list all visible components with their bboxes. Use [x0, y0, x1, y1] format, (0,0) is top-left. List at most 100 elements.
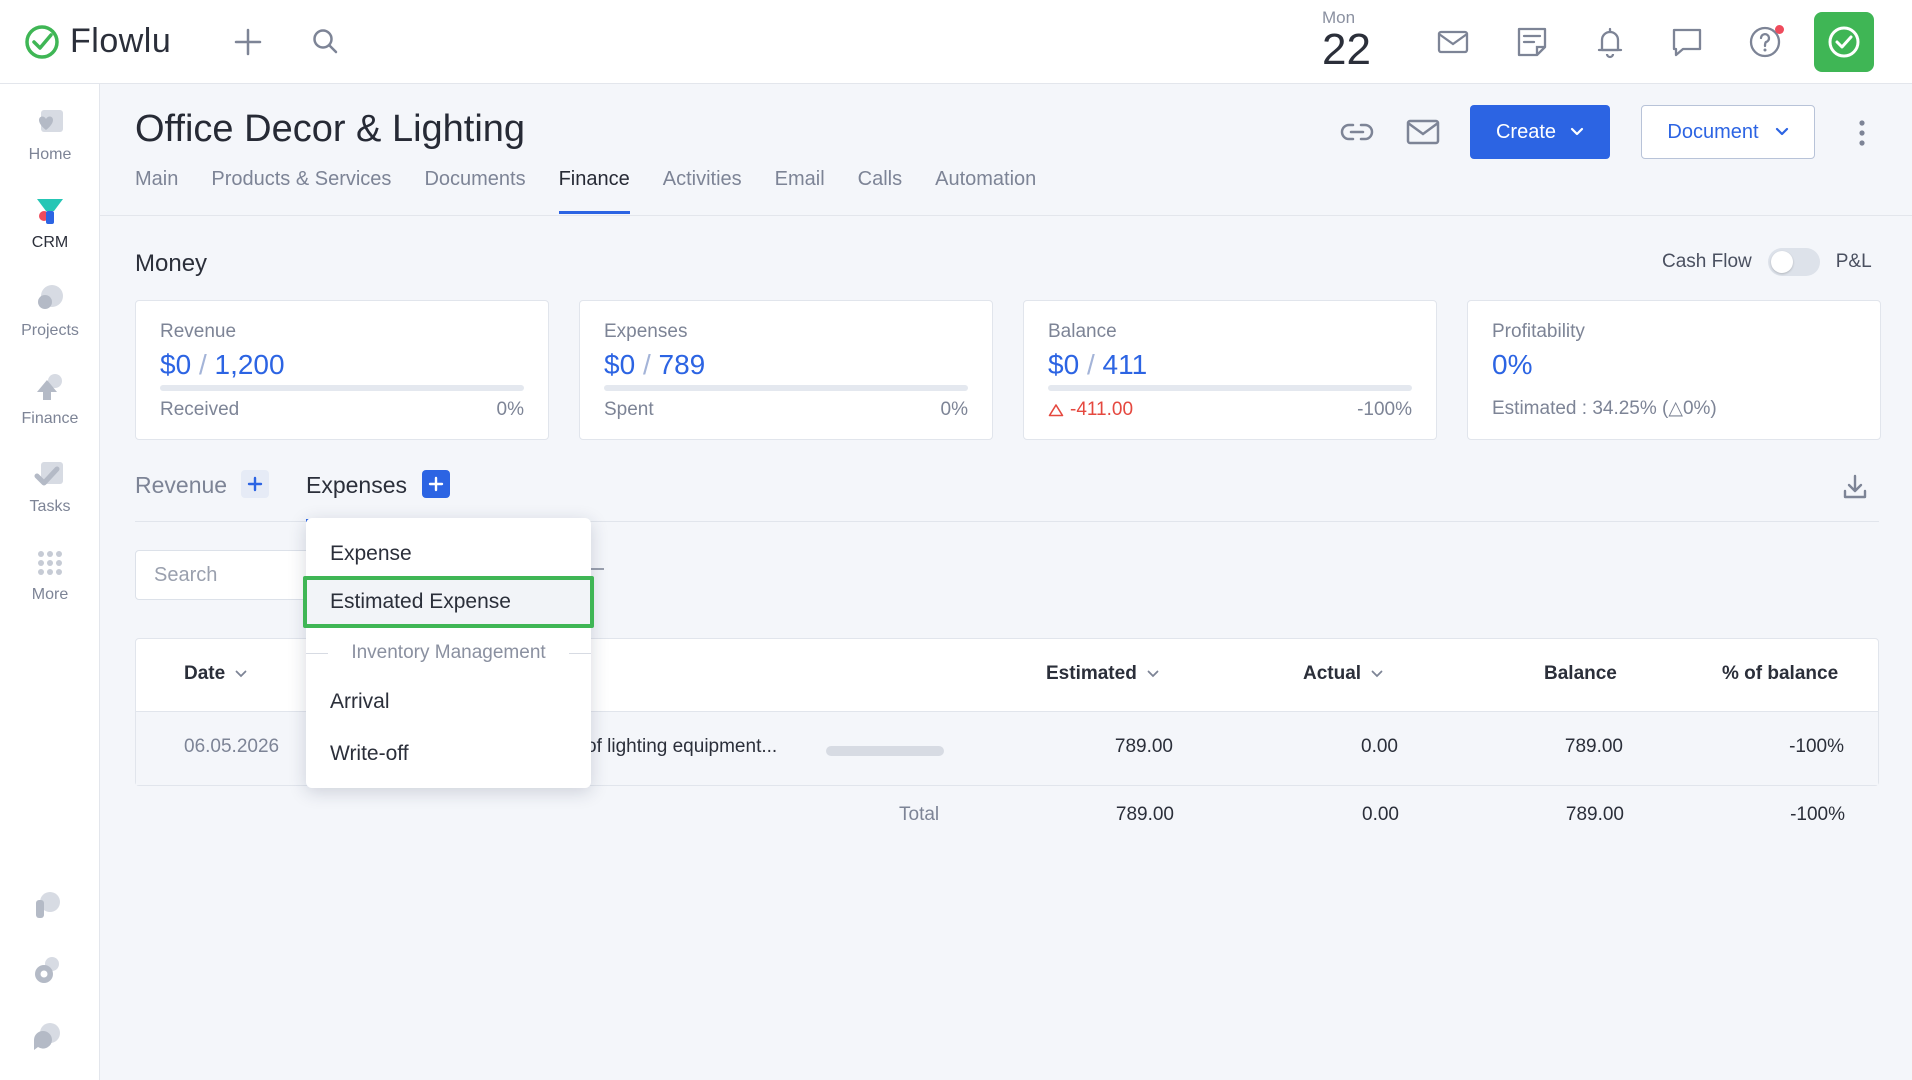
support-chat-icon[interactable] [30, 1020, 64, 1054]
card-label: Profitability [1492, 321, 1585, 342]
card-progress-bar [160, 385, 524, 391]
tab-activities[interactable]: Activities [663, 168, 742, 214]
toggle-left-label: Cash Flow [1662, 251, 1752, 272]
col-estimated-header[interactable]: Estimated [1046, 663, 1159, 685]
subtab-revenue[interactable]: Revenue [135, 472, 227, 499]
sidebar-item-projects[interactable]: Projects [0, 282, 100, 340]
date-widget[interactable]: Mon 22 [1322, 8, 1371, 72]
table-total-row: Total 789.00 0.00 789.00 -100% [135, 804, 1879, 836]
tab-calls[interactable]: Calls [858, 168, 902, 214]
home-icon [39, 110, 63, 132]
flowlu-logo-icon [25, 24, 59, 59]
mail-icon[interactable] [1435, 24, 1471, 60]
row-progress-bar [826, 746, 944, 756]
tasks-icon [34, 462, 63, 486]
card-label: Revenue [160, 321, 237, 342]
user-avatar[interactable] [1814, 12, 1874, 72]
tab-main[interactable]: Main [135, 168, 178, 214]
link-icon[interactable] [1338, 116, 1376, 148]
card-sub-label: Spent [604, 399, 654, 420]
grid-dots-icon [38, 551, 62, 575]
sidebar-item-label: Tasks [29, 498, 71, 515]
sort-chevron-icon [1371, 670, 1383, 678]
settings-icon[interactable] [30, 954, 64, 988]
add-revenue-button[interactable] [241, 470, 269, 498]
total-pct-balance: -100% [1790, 804, 1845, 825]
sidebar-item-label: Projects [21, 322, 79, 339]
card-value: $0 / 411 [1048, 349, 1148, 380]
subtab-expenses[interactable]: Expenses [306, 472, 407, 499]
chevron-down-icon [1570, 127, 1584, 136]
projects-icon [38, 285, 63, 309]
plus-icon [247, 476, 263, 492]
card-value: $0 / 789 [604, 349, 706, 380]
more-options-icon[interactable] [1850, 118, 1874, 148]
sidebar-item-label: CRM [31, 234, 69, 251]
header-divider [100, 215, 1912, 216]
col-balance-header: Balance [1544, 663, 1617, 684]
plus-icon [428, 476, 444, 492]
day-number: 22 [1322, 25, 1371, 74]
card-sub-label: Estimated : 34.25% (△0%) [1492, 398, 1717, 419]
chat-icon[interactable] [1669, 24, 1705, 60]
page-title: Office Decor & Lighting [135, 108, 526, 150]
menu-group-label: Inventory Management [306, 636, 591, 670]
menu-item-arrival[interactable]: Arrival [306, 676, 591, 728]
add-expense-button[interactable] [422, 470, 450, 498]
total-balance: 789.00 [1565, 804, 1624, 825]
download-icon[interactable] [1840, 472, 1870, 502]
menu-item-estimated-expense[interactable]: Estimated Expense [303, 576, 594, 628]
row-description[interactable]: of lighting equipment... [586, 736, 777, 758]
row-estimated: 789.00 [1114, 736, 1173, 757]
money-section-title: Money [135, 250, 208, 277]
sort-chevron-icon [1147, 670, 1159, 678]
menu-item-expense[interactable]: Expense [306, 528, 591, 580]
expenses-card: Expenses $0 / 789 Spent 0% [579, 300, 993, 440]
tab-finance[interactable]: Finance [558, 168, 630, 214]
sidebar-item-more[interactable]: More [0, 546, 100, 604]
row-actual: 0.00 [1361, 736, 1398, 757]
create-button[interactable]: Create [1470, 105, 1610, 159]
card-percent: 0% [940, 399, 968, 420]
chevron-down-icon [1775, 127, 1788, 136]
document-button-label: Document [1667, 120, 1759, 143]
email-icon[interactable] [1404, 116, 1442, 148]
row-balance: 789.00 [1564, 736, 1623, 757]
add-icon[interactable] [232, 26, 264, 58]
row-pct-balance: -100% [1789, 736, 1844, 757]
sidebar-item-finance[interactable]: Finance [0, 370, 100, 428]
tab-documents[interactable]: Documents [424, 168, 525, 214]
cashflow-toggle[interactable] [1767, 248, 1820, 276]
card-value: $0 / 1,200 [160, 349, 285, 380]
toggle-right-label: P&L [1835, 251, 1872, 272]
search-icon[interactable] [310, 26, 340, 56]
document-button[interactable]: Document [1641, 105, 1815, 159]
card-percent: -100% [1357, 399, 1412, 420]
card-percent: 0% [496, 399, 524, 420]
sidebar-item-home[interactable]: Home [0, 106, 100, 164]
sidebar-item-tasks[interactable]: Tasks [0, 458, 100, 516]
total-label: Total [899, 804, 940, 825]
card-progress-bar [604, 385, 968, 391]
card-label: Balance [1048, 321, 1117, 342]
app-logo[interactable]: Flowlu [24, 22, 171, 61]
notification-dot [1775, 25, 1784, 34]
revenue-card: Revenue $0 / 1,200 Received 0% [135, 300, 549, 440]
notes-icon[interactable] [1514, 24, 1550, 60]
tab-email[interactable]: Email [775, 168, 825, 214]
sidebar-item-label: Home [28, 146, 72, 163]
bell-icon[interactable] [1592, 24, 1628, 60]
finance-icon [37, 374, 62, 400]
total-estimated: 789.00 [1115, 804, 1174, 825]
col-actual-header[interactable]: Actual [1303, 663, 1383, 685]
add-expense-dropdown: Expense Estimated Expense Inventory Mana… [303, 518, 594, 788]
check-badge-icon [1828, 26, 1860, 58]
tab-products-services[interactable]: Products & Services [211, 168, 391, 214]
sidebar-item-crm[interactable]: CRM [0, 194, 100, 252]
tab-automation[interactable]: Automation [935, 168, 1036, 214]
menu-item-write-off[interactable]: Write-off [306, 728, 591, 780]
balance-card: Balance $0 / 411 -411.00 -100% [1023, 300, 1437, 440]
apps-icon[interactable] [30, 888, 64, 922]
col-date-header[interactable]: Date [184, 663, 247, 685]
create-button-label: Create [1495, 120, 1557, 143]
